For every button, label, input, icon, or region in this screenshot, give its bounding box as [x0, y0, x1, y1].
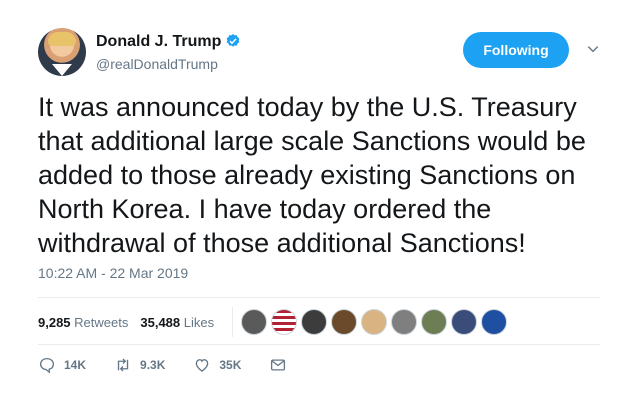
tweet-line: withdrawal of those additional Sanctions… — [38, 228, 526, 258]
reply-count: 14K — [64, 358, 87, 372]
liker-avatar[interactable] — [481, 309, 508, 335]
tweet-line: added to those already existing Sanction… — [38, 160, 576, 190]
liker-avatar[interactable] — [331, 309, 358, 335]
display-name[interactable]: Donald J. Trump — [96, 32, 221, 52]
liker-avatar[interactable] — [421, 309, 448, 335]
tweet-timestamp[interactable]: 10:22 AM - 22 Mar 2019 — [38, 265, 188, 281]
liker-avatar[interactable] — [271, 309, 298, 335]
like-count: 35K — [219, 358, 242, 372]
handle[interactable]: @realDonaldTrump — [96, 54, 241, 74]
liker-avatar[interactable] — [391, 309, 418, 335]
direct-message-button[interactable] — [269, 356, 295, 374]
likes-label: Likes — [183, 314, 215, 330]
tweet-line: North Korea. I have today ordered the — [38, 194, 492, 224]
tweet-line: It was announced today by the U.S. Treas… — [38, 92, 577, 122]
retweet-button[interactable]: 9.3K — [114, 356, 165, 374]
chevron-down-icon[interactable] — [586, 42, 600, 56]
retweets-stat[interactable]: 9,285 Retweets — [38, 315, 128, 330]
tweet-header: Donald J. Trump @realDonaldTrump Followi… — [38, 28, 620, 80]
likes-count: 35,488 — [140, 314, 181, 330]
following-button[interactable]: Following — [463, 32, 569, 68]
like-icon — [196, 359, 209, 372]
avatar[interactable] — [38, 28, 86, 76]
liker-avatar[interactable] — [301, 309, 328, 335]
reply-icon — [39, 357, 55, 374]
likes-stat[interactable]: 35,488 Likes — [140, 315, 214, 330]
liker-avatar[interactable] — [451, 309, 478, 335]
author-info: Donald J. Trump @realDonaldTrump — [96, 32, 241, 74]
tweet-actions: 14K 9.3K 35K — [38, 356, 323, 374]
tweet-stats: 9,285 Retweets 35,488 Likes — [38, 300, 600, 344]
retweet-icon — [117, 358, 129, 372]
stats-separator — [232, 307, 234, 337]
liker-avatar[interactable] — [361, 309, 388, 335]
liker-avatar[interactable] — [241, 309, 268, 335]
tweet-line: that additional large scale Sanctions wo… — [38, 126, 586, 156]
retweet-count: 9.3K — [140, 358, 166, 372]
like-button[interactable]: 35K — [193, 356, 241, 374]
divider — [38, 344, 600, 345]
retweets-label: Retweets — [74, 314, 129, 330]
liker-avatars — [241, 309, 511, 335]
verified-badge-icon — [227, 34, 240, 47]
retweets-count: 9,285 — [38, 314, 71, 330]
reply-button[interactable]: 14K — [38, 356, 86, 374]
divider — [38, 297, 600, 298]
tweet-text: It was announced today by the U.S. Treas… — [38, 90, 618, 260]
direct-message-icon — [271, 359, 286, 371]
